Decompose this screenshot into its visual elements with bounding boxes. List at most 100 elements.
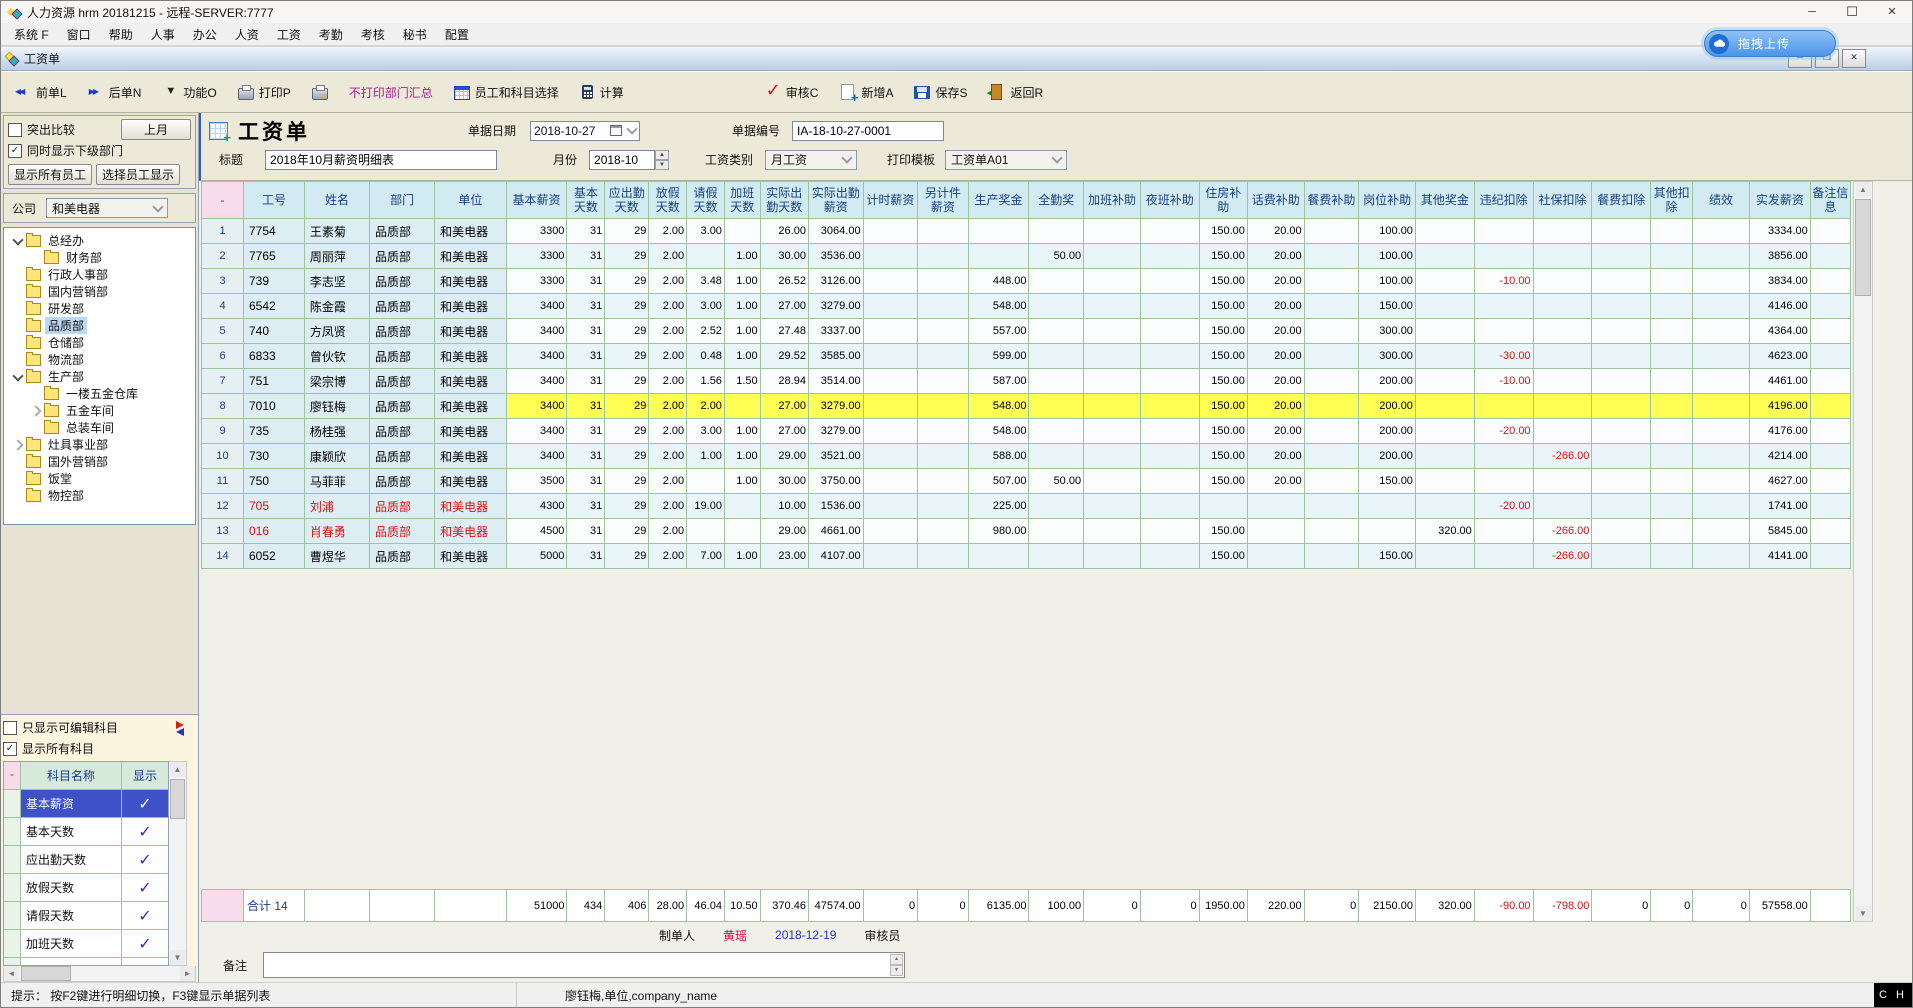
editable-subjects-only-checkbox[interactable] bbox=[3, 721, 17, 735]
column-header[interactable]: 岗位补助 bbox=[1359, 182, 1416, 219]
prev-month-button[interactable]: 上月 bbox=[121, 119, 191, 140]
column-header[interactable]: 部门 bbox=[370, 182, 435, 219]
table-row[interactable]: 13016肖春勇品质部和美电器450031292.0029.004661.009… bbox=[202, 519, 1851, 544]
menu-item[interactable]: 秘书 bbox=[394, 26, 436, 43]
tree-node[interactable]: 物流部 bbox=[4, 351, 195, 368]
column-header[interactable]: 夜班补助 bbox=[1140, 182, 1199, 219]
show-sub-dept-checkbox[interactable] bbox=[8, 144, 22, 158]
tree-node[interactable]: 物控部 bbox=[4, 487, 195, 504]
menu-item[interactable]: 办公 bbox=[184, 26, 226, 43]
scroll-down-icon[interactable] bbox=[1856, 906, 1871, 921]
subjects-vertical-scrollbar[interactable] bbox=[169, 761, 187, 966]
column-header[interactable]: 放假天数 bbox=[649, 182, 687, 219]
month-spinner[interactable] bbox=[655, 150, 669, 170]
prev-doc-button[interactable]: 前单L bbox=[15, 84, 67, 101]
employee-subject-select-button[interactable]: 员工和科目选择 bbox=[454, 84, 559, 101]
subject-row[interactable]: 基本薪资✓ bbox=[4, 790, 168, 818]
subject-show-header[interactable]: 显示 bbox=[122, 762, 168, 789]
print-button[interactable]: 打印P bbox=[238, 84, 291, 101]
column-header[interactable]: 实际出勤天数 bbox=[760, 182, 808, 219]
window-close-button[interactable] bbox=[1872, 1, 1912, 23]
functions-button[interactable]: 功能O bbox=[162, 84, 216, 101]
table-row[interactable]: 27765周丽萍品质部和美电器330031292.001.0030.003536… bbox=[202, 244, 1851, 269]
drag-upload-button[interactable]: 拖拽上传 bbox=[1704, 30, 1836, 57]
menu-item[interactable]: 窗口 bbox=[58, 26, 100, 43]
print-template-select[interactable]: 工资单A01 bbox=[945, 150, 1067, 170]
column-header[interactable]: 应出勤天数 bbox=[605, 182, 649, 219]
column-header[interactable]: 另计件薪资 bbox=[918, 182, 968, 219]
table-row[interactable]: 66833曾伙钦品质部和美电器340031292.000.481.0029.52… bbox=[202, 344, 1851, 369]
column-header[interactable]: 工号 bbox=[244, 182, 305, 219]
highlight-compare-checkbox[interactable] bbox=[8, 123, 22, 137]
doc-no-input[interactable] bbox=[792, 121, 944, 141]
column-header[interactable]: 实发薪资 bbox=[1749, 182, 1810, 219]
table-row[interactable]: 10730康颖欣品质部和美电器340031292.001.001.0029.00… bbox=[202, 444, 1851, 469]
scroll-up-icon[interactable] bbox=[170, 762, 185, 777]
no-print-dept-summary-button[interactable]: 不打印部门汇总 bbox=[349, 84, 433, 101]
menu-item[interactable]: 人事 bbox=[142, 26, 184, 43]
column-header[interactable]: 绩效 bbox=[1693, 182, 1750, 219]
scroll-left-icon[interactable] bbox=[4, 966, 19, 981]
remark-spinner[interactable] bbox=[890, 954, 903, 976]
column-header[interactable]: 实际出勤薪资 bbox=[808, 182, 863, 219]
column-header[interactable]: 餐费扣除 bbox=[1592, 182, 1651, 219]
month-input[interactable] bbox=[589, 150, 655, 170]
column-header[interactable]: - bbox=[202, 182, 244, 219]
tree-node[interactable]: 灶具事业部 bbox=[4, 436, 195, 453]
tree-node[interactable]: 一楼五金仓库 bbox=[4, 385, 195, 402]
column-header[interactable]: 全勤奖 bbox=[1029, 182, 1084, 219]
table-row[interactable]: 7751梁宗博品质部和美电器340031292.001.561.5028.943… bbox=[202, 369, 1851, 394]
menu-item[interactable]: 工资 bbox=[268, 26, 310, 43]
menu-item[interactable]: 系统 F bbox=[5, 26, 58, 43]
audit-button[interactable]: 审核C bbox=[765, 84, 819, 101]
column-header[interactable]: 加班补助 bbox=[1084, 182, 1141, 219]
tree-node[interactable]: 五金车间 bbox=[4, 402, 195, 419]
subjects-horizontal-scrollbar[interactable] bbox=[3, 966, 196, 982]
window-minimize-button[interactable] bbox=[1792, 1, 1832, 23]
scroll-down-icon[interactable] bbox=[170, 950, 185, 965]
menu-item[interactable]: 考勤 bbox=[310, 26, 352, 43]
show-all-employees-button[interactable]: 显示所有员工 bbox=[8, 164, 92, 185]
tree-node[interactable]: 国内营销部 bbox=[4, 283, 195, 300]
subject-row[interactable]: 基本天数✓ bbox=[4, 818, 168, 846]
column-header[interactable]: 餐费补助 bbox=[1304, 182, 1359, 219]
title-input[interactable] bbox=[265, 150, 497, 170]
column-header[interactable]: 单位 bbox=[435, 182, 506, 219]
company-select[interactable]: 和美电器 bbox=[46, 198, 168, 218]
save-button[interactable]: 保存S bbox=[914, 84, 967, 101]
tree-node[interactable]: 生产部 bbox=[4, 368, 195, 385]
remark-input[interactable] bbox=[263, 952, 905, 978]
tree-node[interactable]: 研发部 bbox=[4, 300, 195, 317]
column-header[interactable]: 社保扣除 bbox=[1533, 182, 1592, 219]
mdi-close-button[interactable] bbox=[1842, 49, 1866, 68]
column-header[interactable]: 基本薪资 bbox=[506, 182, 567, 219]
column-header[interactable]: 住房补助 bbox=[1199, 182, 1247, 219]
printer-button[interactable] bbox=[312, 84, 328, 100]
menu-item[interactable]: 配置 bbox=[436, 26, 478, 43]
scrollbar-thumb[interactable] bbox=[170, 779, 185, 819]
doc-date-field[interactable]: 2018-10-27 bbox=[530, 121, 640, 141]
tree-node[interactable]: 国外营销部 bbox=[4, 453, 195, 470]
column-header[interactable]: 基本天数 bbox=[567, 182, 605, 219]
column-header[interactable]: 加班天数 bbox=[724, 182, 760, 219]
tree-node[interactable]: 总装车间 bbox=[4, 419, 195, 436]
menu-item[interactable]: 考核 bbox=[352, 26, 394, 43]
subject-row[interactable]: 加班天数✓ bbox=[4, 930, 168, 958]
table-row[interactable]: 5740方凤贤品质部和美电器340031292.002.521.0027.483… bbox=[202, 319, 1851, 344]
return-button[interactable]: 返回R bbox=[988, 84, 1043, 101]
show-all-subjects-checkbox[interactable] bbox=[3, 742, 17, 756]
table-row[interactable]: 146052曹煜华品质部和美电器500031292.007.001.0023.0… bbox=[202, 544, 1851, 569]
column-header[interactable]: 违纪扣除 bbox=[1474, 182, 1533, 219]
tree-node[interactable]: 财务部 bbox=[4, 249, 195, 266]
subject-row[interactable]: 应出勤天数✓ bbox=[4, 846, 168, 874]
select-employees-button[interactable]: 选择员工显示 bbox=[96, 164, 180, 185]
salary-type-select[interactable]: 月工资 bbox=[765, 150, 857, 170]
column-header[interactable]: 计时薪资 bbox=[863, 182, 918, 219]
column-header[interactable]: 备注信息 bbox=[1810, 182, 1850, 219]
column-header[interactable]: 其他扣除 bbox=[1651, 182, 1693, 219]
scroll-right-icon[interactable] bbox=[180, 966, 195, 981]
column-header[interactable]: 请假天数 bbox=[687, 182, 725, 219]
menu-item[interactable]: 人资 bbox=[226, 26, 268, 43]
table-row[interactable]: 46542陈金霞品质部和美电器340031292.003.001.0027.00… bbox=[202, 294, 1851, 319]
table-row[interactable]: 12705刘浦品质部和美电器430031292.0019.0010.001536… bbox=[202, 494, 1851, 519]
